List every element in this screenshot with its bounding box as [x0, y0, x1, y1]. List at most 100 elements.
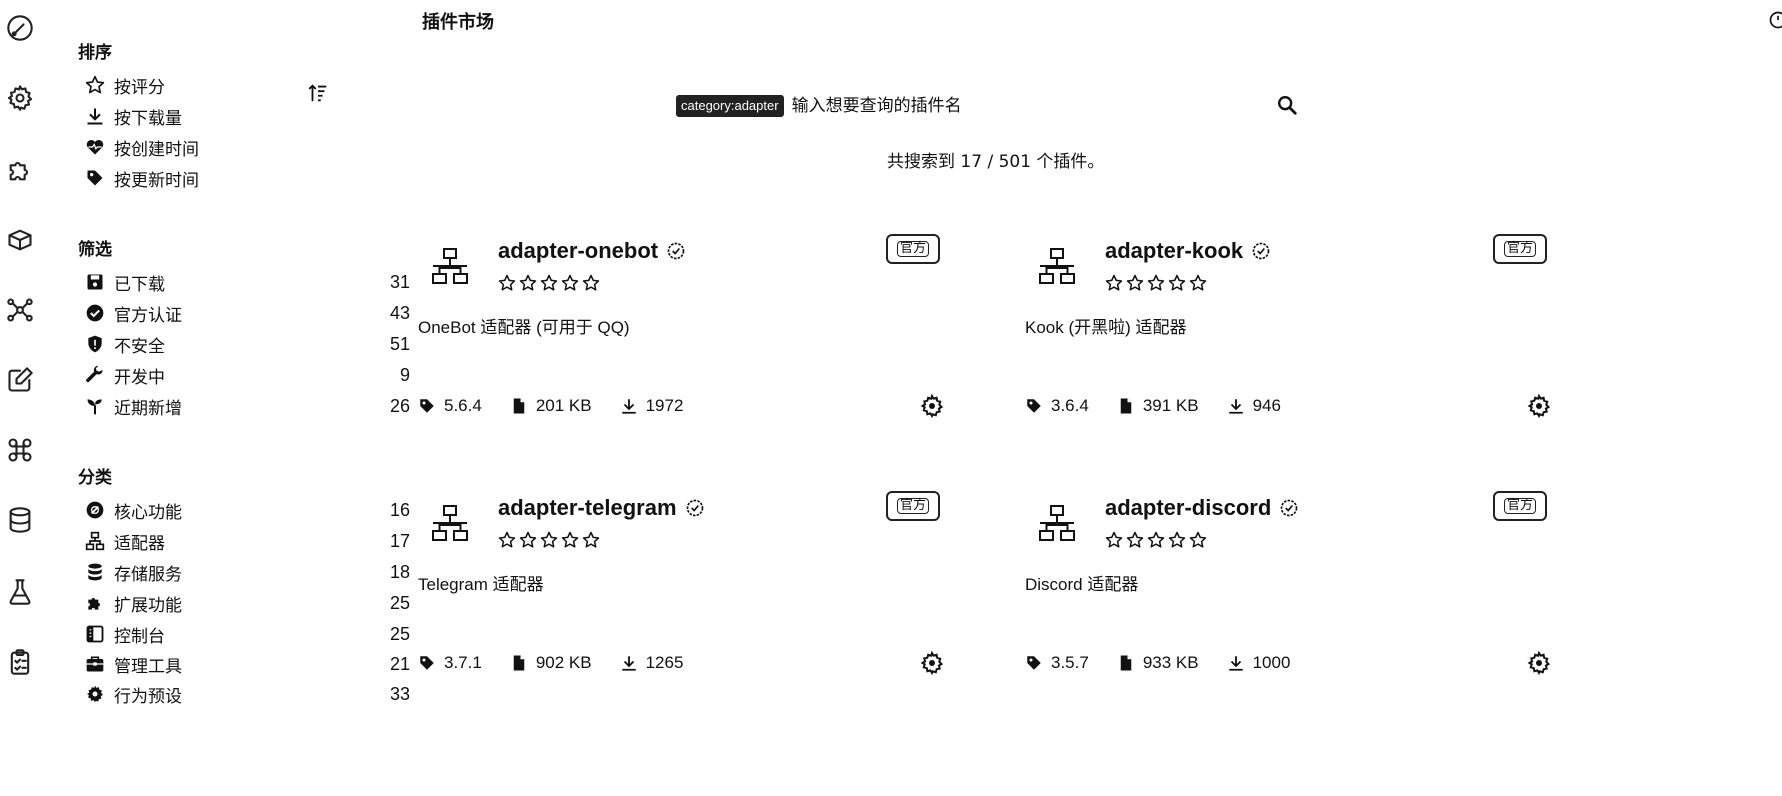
- plugin-card[interactable]: adapter-kook Kook (开黑啦) 适配器 官方 3.6.4 391…: [1025, 218, 1555, 438]
- edit-icon[interactable]: [4, 364, 36, 396]
- sort-by-downloads[interactable]: 按下载量: [84, 102, 410, 130]
- seedling-icon: [84, 395, 106, 417]
- file-icon: [1120, 655, 1132, 671]
- box-icon[interactable]: [4, 224, 36, 256]
- category-item-label: 行为预设: [114, 686, 182, 707]
- sort-item-label: 按创建时间: [114, 139, 199, 160]
- official-badge: 官方: [1493, 234, 1547, 264]
- plugin-description: OneBot 适配器 (可用于 QQ): [418, 318, 630, 337]
- plugin-card[interactable]: adapter-discord Discord 适配器 官方 3.5.7 933…: [1025, 475, 1555, 695]
- core-icon: [84, 499, 106, 521]
- category-adapter[interactable]: 适配器 17: [84, 527, 410, 555]
- plugin-name[interactable]: adapter-kook: [1105, 238, 1271, 264]
- download-icon: [1228, 399, 1243, 414]
- plugin-downloads: 1265: [645, 653, 684, 672]
- filter-recently-added[interactable]: 近期新增 26: [84, 392, 410, 420]
- plugin-size: 201 KB: [535, 396, 592, 415]
- download-icon: [621, 656, 636, 671]
- category-console[interactable]: 控制台 25: [84, 620, 410, 648]
- network-icon[interactable]: [4, 294, 36, 326]
- plugin-card[interactable]: adapter-telegram Telegram 适配器 官方 3.7.1 9…: [418, 475, 948, 695]
- search-icon[interactable]: [1276, 94, 1300, 118]
- puzzle-icon[interactable]: [4, 154, 36, 186]
- sort-by-updated[interactable]: 按更新时间: [84, 164, 410, 192]
- puzzle-icon: [84, 592, 106, 614]
- plugin-name[interactable]: adapter-discord: [1105, 495, 1299, 521]
- filter-item-count: 31: [389, 271, 410, 292]
- plugin-card[interactable]: adapter-onebot OneBot 适配器 (可用于 QQ) 官方 5.…: [418, 218, 948, 438]
- settings-gear-icon[interactable]: [1527, 394, 1551, 418]
- plugin-name[interactable]: adapter-telegram: [498, 495, 705, 521]
- filter-verified[interactable]: 官方认证 43: [84, 299, 410, 327]
- database-icon: [84, 561, 106, 583]
- filter-item-label: 官方认证: [114, 305, 182, 326]
- tag-icon: [84, 167, 106, 189]
- category-management[interactable]: 管理工具 21: [84, 650, 410, 678]
- plugin-version: 5.6.4: [444, 396, 482, 415]
- category-core[interactable]: 核心功能 16: [84, 496, 410, 524]
- plugin-name[interactable]: adapter-onebot: [498, 238, 686, 264]
- plugin-version: 3.7.1: [444, 653, 482, 672]
- download-icon: [621, 399, 636, 414]
- plugin-downloads: 1000: [1252, 653, 1291, 672]
- search-tag-chip[interactable]: category:adapter: [676, 95, 784, 117]
- sort-by-rating[interactable]: 按评分: [84, 71, 410, 99]
- plugin-meta: 3.5.7 933 KB 1000: [1025, 653, 1318, 673]
- database-icon[interactable]: [4, 504, 36, 536]
- clipboard-icon[interactable]: [4, 646, 36, 678]
- filter-item-count: 43: [389, 302, 410, 323]
- toolbox-icon: [84, 653, 106, 675]
- sitemap-icon: [84, 530, 106, 552]
- category-storage[interactable]: 存储服务 18: [84, 558, 410, 586]
- search-input[interactable]: [791, 96, 1232, 116]
- command-icon[interactable]: [4, 434, 36, 466]
- filter-item-count: 26: [389, 395, 410, 416]
- plugin-version: 3.5.7: [1051, 653, 1089, 672]
- plugin-adapter-icon: [1037, 503, 1077, 543]
- category-item-count: 25: [389, 592, 410, 613]
- download-icon: [84, 105, 106, 127]
- plugin-adapter-icon: [430, 503, 470, 543]
- plugin-description: Telegram 适配器: [418, 575, 544, 594]
- cog-icon: [84, 683, 106, 705]
- download-icon: [1228, 656, 1243, 671]
- sort-item-label: 按评分: [114, 77, 165, 98]
- filter-in-development[interactable]: 开发中 9: [84, 361, 410, 389]
- tag-icon: [1027, 656, 1041, 670]
- sort-by-created[interactable]: 按创建时间: [84, 133, 410, 161]
- star-icon: [498, 531, 516, 548]
- category-item-count: 16: [389, 499, 410, 520]
- filter-item-label: 开发中: [114, 367, 165, 388]
- plugin-adapter-icon: [430, 246, 470, 286]
- page-title: 插件市场: [422, 12, 494, 33]
- gear-icon[interactable]: [4, 82, 36, 114]
- star-icon: [1189, 531, 1207, 548]
- category-extension[interactable]: 扩展功能 25: [84, 589, 410, 617]
- filter-downloaded[interactable]: 已下载 31: [84, 268, 410, 296]
- category-item-label: 管理工具: [114, 656, 182, 677]
- sort-item-label: 按下载量: [114, 108, 182, 129]
- verified-icon: [667, 242, 685, 260]
- plugin-adapter-icon: [1037, 246, 1077, 286]
- dashboard-icon[interactable]: [4, 12, 36, 44]
- plugin-downloads: 1972: [645, 396, 684, 415]
- settings-gear-icon[interactable]: [1527, 651, 1551, 675]
- console-icon: [84, 623, 106, 645]
- category-item-label: 适配器: [114, 533, 165, 554]
- filter-section-title: 筛选: [78, 240, 112, 260]
- category-item-label: 核心功能: [114, 502, 182, 523]
- filter-insecure[interactable]: 不安全 51: [84, 330, 410, 358]
- category-item-label: 控制台: [114, 626, 165, 647]
- star-icon: [1105, 274, 1123, 291]
- file-icon: [513, 398, 525, 414]
- refresh-icon[interactable]: [1768, 10, 1782, 30]
- settings-gear-icon[interactable]: [920, 394, 944, 418]
- settings-gear-icon[interactable]: [920, 651, 944, 675]
- flask-icon[interactable]: [4, 576, 36, 608]
- category-presets[interactable]: 行为预设 33: [84, 680, 410, 708]
- star-icon: [540, 531, 558, 548]
- save-icon: [84, 271, 106, 293]
- plugin-downloads: 946: [1252, 396, 1281, 415]
- star-icon: [498, 274, 516, 291]
- shield-icon: [84, 333, 106, 355]
